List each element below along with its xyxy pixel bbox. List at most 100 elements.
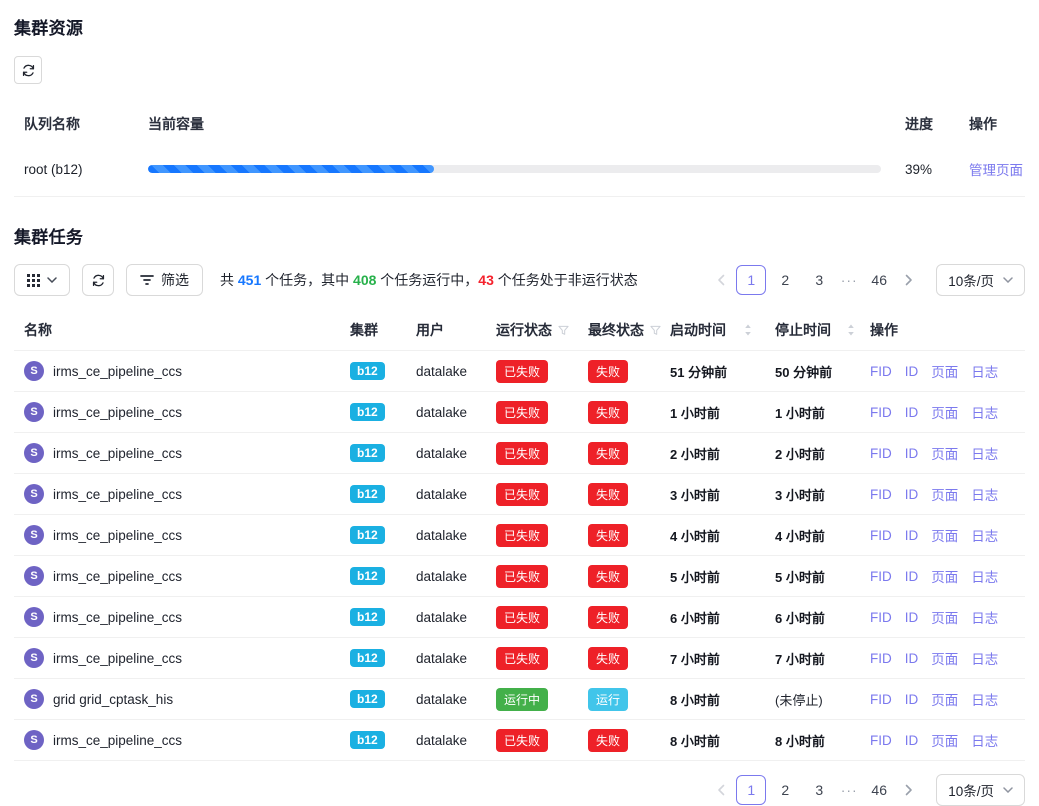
prev-page-button[interactable]	[708, 265, 734, 295]
id-link[interactable]: ID	[905, 733, 919, 748]
run-status-badge: 已失败	[496, 442, 548, 465]
page-46-button[interactable]: 46	[864, 775, 894, 805]
sort-carets-icon[interactable]	[744, 324, 752, 336]
fid-link[interactable]: FID	[870, 405, 892, 420]
spark-avatar: S	[24, 566, 44, 586]
summary-text: 个任务处于非运行状态	[494, 272, 638, 288]
log-link[interactable]: 日志	[971, 443, 998, 463]
fid-link[interactable]: FID	[870, 692, 892, 707]
task-table-body: S irms_ce_pipeline_ccs b12 datalake 已失败 …	[14, 351, 1025, 761]
start-time: 2 小时前	[670, 447, 720, 462]
spark-avatar: S	[24, 730, 44, 750]
filter-button[interactable]: 筛选	[126, 264, 203, 296]
next-page-button[interactable]	[896, 265, 922, 295]
log-link[interactable]: 日志	[971, 566, 998, 586]
fid-link[interactable]: FID	[870, 651, 892, 666]
page-link[interactable]: 页面	[931, 607, 958, 627]
filter-funnel-icon[interactable]	[650, 325, 661, 336]
total-task-count: 451	[238, 272, 261, 288]
page-link[interactable]: 页面	[931, 402, 958, 422]
page-ellipsis[interactable]: ···	[836, 782, 862, 798]
page-2-button[interactable]: 2	[770, 775, 800, 805]
prev-page-button[interactable]	[708, 775, 734, 805]
page-link[interactable]: 页面	[931, 648, 958, 668]
page-1-button[interactable]: 1	[736, 775, 766, 805]
log-link[interactable]: 日志	[971, 361, 998, 381]
task-table-row: S irms_ce_pipeline_ccs b12 datalake 已失败 …	[14, 720, 1025, 761]
resources-section-title: 集群资源	[14, 14, 1025, 39]
user-name: datalake	[416, 487, 496, 502]
page-size-select[interactable]: 10条/页	[936, 264, 1025, 296]
id-link[interactable]: ID	[905, 569, 919, 584]
fid-link[interactable]: FID	[870, 610, 892, 625]
fid-link[interactable]: FID	[870, 528, 892, 543]
final-status-badge: 失败	[588, 729, 628, 752]
id-link[interactable]: ID	[905, 364, 919, 379]
grid-icon	[27, 274, 40, 287]
task-table-row: S irms_ce_pipeline_ccs b12 datalake 已失败 …	[14, 351, 1025, 392]
resources-refresh-button[interactable]	[14, 56, 42, 84]
page-link[interactable]: 页面	[931, 566, 958, 586]
page-link[interactable]: 页面	[931, 525, 958, 545]
page-link[interactable]: 页面	[931, 361, 958, 381]
capacity-progress-bar	[148, 165, 881, 173]
tasks-toolbar: 筛选 共 451 个任务，其中 408 个任务运行中，43 个任务处于非运行状态…	[14, 264, 1025, 296]
tasks-refresh-button[interactable]	[82, 264, 114, 296]
pagination-bottom: 1 2 3 ··· 46 10条/页	[708, 774, 1025, 806]
id-link[interactable]: ID	[905, 651, 919, 666]
stop-time: 5 小时前	[775, 570, 825, 585]
filter-funnel-icon[interactable]	[558, 325, 569, 336]
log-link[interactable]: 日志	[971, 607, 998, 627]
log-link[interactable]: 日志	[971, 525, 998, 545]
page-3-button[interactable]: 3	[804, 775, 834, 805]
next-page-button[interactable]	[896, 775, 922, 805]
cluster-tag: b12	[350, 649, 385, 667]
tasks-summary: 共 451 个任务，其中 408 个任务运行中，43 个任务处于非运行状态	[220, 270, 638, 290]
page-2-button[interactable]: 2	[770, 265, 800, 295]
manage-page-link[interactable]: 管理页面	[969, 163, 1023, 178]
start-time: 51 分钟前	[670, 365, 727, 380]
log-link[interactable]: 日志	[971, 648, 998, 668]
fid-link[interactable]: FID	[870, 446, 892, 461]
col-header-final-status: 最终状态	[588, 320, 670, 340]
id-link[interactable]: ID	[905, 405, 919, 420]
stop-time: (未停止)	[775, 693, 823, 708]
log-link[interactable]: 日志	[971, 402, 998, 422]
page-1-button[interactable]: 1	[736, 265, 766, 295]
page-3-button[interactable]: 3	[804, 265, 834, 295]
page-size-select[interactable]: 10条/页	[936, 774, 1025, 806]
id-link[interactable]: ID	[905, 487, 919, 502]
page-link[interactable]: 页面	[931, 443, 958, 463]
fid-link[interactable]: FID	[870, 364, 892, 379]
log-link[interactable]: 日志	[971, 689, 998, 709]
col-header-action: 操作	[955, 114, 1025, 134]
id-link[interactable]: ID	[905, 528, 919, 543]
summary-text: 个任务运行中，	[376, 272, 478, 288]
layout-grid-dropdown-button[interactable]	[14, 264, 70, 296]
queue-row: root (b12) 39% 管理页面	[14, 144, 1025, 197]
col-header-queue-name: 队列名称	[14, 114, 148, 134]
stop-time: 50 分钟前	[775, 365, 832, 380]
page-ellipsis[interactable]: ···	[836, 272, 862, 288]
page-link[interactable]: 页面	[931, 484, 958, 504]
id-link[interactable]: ID	[905, 446, 919, 461]
fid-link[interactable]: FID	[870, 733, 892, 748]
user-name: datalake	[416, 692, 496, 707]
final-status-badge: 失败	[588, 524, 628, 547]
id-link[interactable]: ID	[905, 610, 919, 625]
id-link[interactable]: ID	[905, 692, 919, 707]
fid-link[interactable]: FID	[870, 569, 892, 584]
start-time: 1 小时前	[670, 406, 720, 421]
page-46-button[interactable]: 46	[864, 265, 894, 295]
fid-link[interactable]: FID	[870, 487, 892, 502]
log-link[interactable]: 日志	[971, 730, 998, 750]
tasks-section-title: 集群任务	[14, 223, 1025, 248]
log-link[interactable]: 日志	[971, 484, 998, 504]
run-status-badge: 已失败	[496, 360, 548, 383]
run-status-badge: 已失败	[496, 524, 548, 547]
page-link[interactable]: 页面	[931, 730, 958, 750]
sort-carets-icon[interactable]	[847, 324, 855, 336]
queue-table-header: 队列名称 当前容量 进度 操作	[14, 108, 1025, 144]
start-time: 3 小时前	[670, 488, 720, 503]
page-link[interactable]: 页面	[931, 689, 958, 709]
